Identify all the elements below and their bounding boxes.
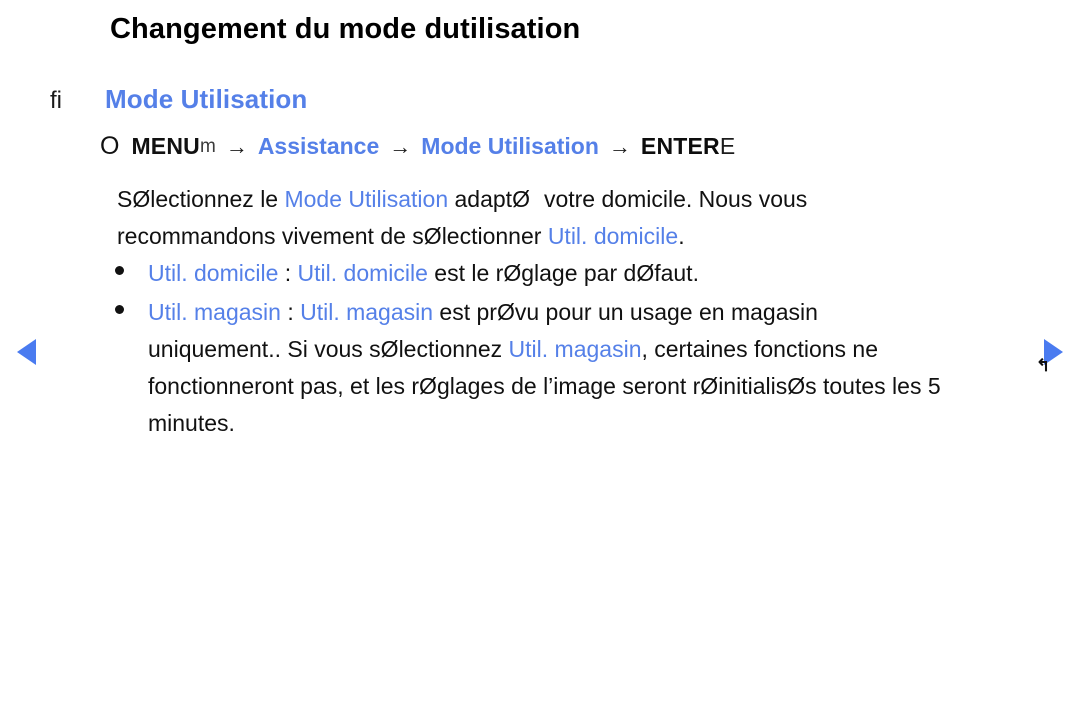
cursor-icon: ↰ — [1036, 356, 1051, 375]
intro-link-mode-utilisation[interactable]: Mode Utilisation — [284, 186, 448, 212]
menu-path-breadcrumb: O MENU m → Assistance → Mode Utilisation … — [100, 133, 735, 160]
menu-step-mode-utilisation[interactable]: Mode Utilisation — [421, 133, 599, 160]
section-title: Mode Utilisation — [105, 84, 308, 114]
circle-icon: O — [100, 132, 120, 160]
list-item-text: minutes. — [148, 410, 235, 436]
list-item-text: : — [278, 260, 298, 286]
list-item-line: Util. magasin : Util. magasin est prØvu … — [148, 294, 1053, 331]
list-item: Util. domicile : Util. domicile est le r… — [113, 255, 1053, 292]
list-item-line: uniquement.. Si vous sØlectionnez Util. … — [148, 331, 1053, 368]
section-marker-icon: fi — [50, 87, 62, 114]
bullet-dot-icon — [115, 305, 124, 314]
list-item-link[interactable]: Util. magasin — [300, 299, 433, 325]
page-title: Changement du mode dutilisation — [110, 13, 581, 45]
list-item-text: : — [280, 299, 301, 325]
list-item-text: est le rØglage par dØfaut. — [427, 260, 699, 286]
intro-text-b: adaptØ — [448, 186, 530, 212]
list-item-line: fonctionneront pas, et les rØglages de l… — [148, 368, 1053, 405]
intro-paragraph-line-1: SØlectionnez le Mode Utilisation adaptØ v… — [117, 181, 1037, 218]
previous-page-arrow-icon[interactable] — [17, 339, 36, 365]
list-item-text: fonctionneront pas, et les rØglages de l… — [148, 373, 941, 399]
list-item-link[interactable]: Util. domicile — [148, 260, 278, 286]
intro-link-util-domicile[interactable]: Util. domicile — [548, 223, 678, 249]
list-item-link[interactable]: Util. domicile — [298, 260, 428, 286]
list-item-link[interactable]: Util. magasin — [148, 299, 281, 325]
menu-button-label-sub: m — [199, 135, 216, 157]
menu-button-label[interactable]: MENU — [131, 133, 200, 160]
list-item-text: est prØvu pour un usage en magasin — [433, 299, 818, 325]
intro-text-a: SØlectionnez le — [117, 186, 285, 212]
bullet-list: Util. domicile : Util. domicile est le r… — [113, 255, 1053, 444]
list-item-text: uniquement.. Si vous sØlectionnez — [148, 336, 509, 362]
menu-step-assistance[interactable]: Assistance — [258, 133, 379, 160]
bullet-dot-icon — [115, 266, 124, 275]
intro-text-c: votre domicile. Nous vous — [543, 186, 808, 212]
list-item-text: , certaines fonctions ne — [641, 336, 879, 362]
enter-key-label-tail: E — [719, 133, 736, 159]
list-item-line: Util. domicile : Util. domicile est le r… — [148, 255, 1053, 292]
intro-text-d: recommandons vivement de sØlectionner — [117, 223, 548, 249]
enter-key-label[interactable]: ENTER — [641, 133, 720, 160]
section-heading: fi Mode Utilisation — [50, 84, 307, 115]
arrow-right-icon-1: → — [225, 133, 248, 159]
intro-text-e: . — [678, 223, 685, 249]
list-item-line: minutes. — [148, 405, 1053, 442]
list-item-link[interactable]: Util. magasin — [509, 336, 642, 362]
intro-paragraph: SØlectionnez le Mode Utilisation adaptØ v… — [117, 181, 1037, 255]
arrow-right-icon-3: → — [608, 133, 631, 159]
arrow-right-icon-2: → — [389, 133, 412, 159]
intro-paragraph-line-2: recommandons vivement de sØlectionner Ut… — [117, 218, 1037, 255]
list-item: Util. magasin : Util. magasin est prØvu … — [113, 294, 1053, 442]
